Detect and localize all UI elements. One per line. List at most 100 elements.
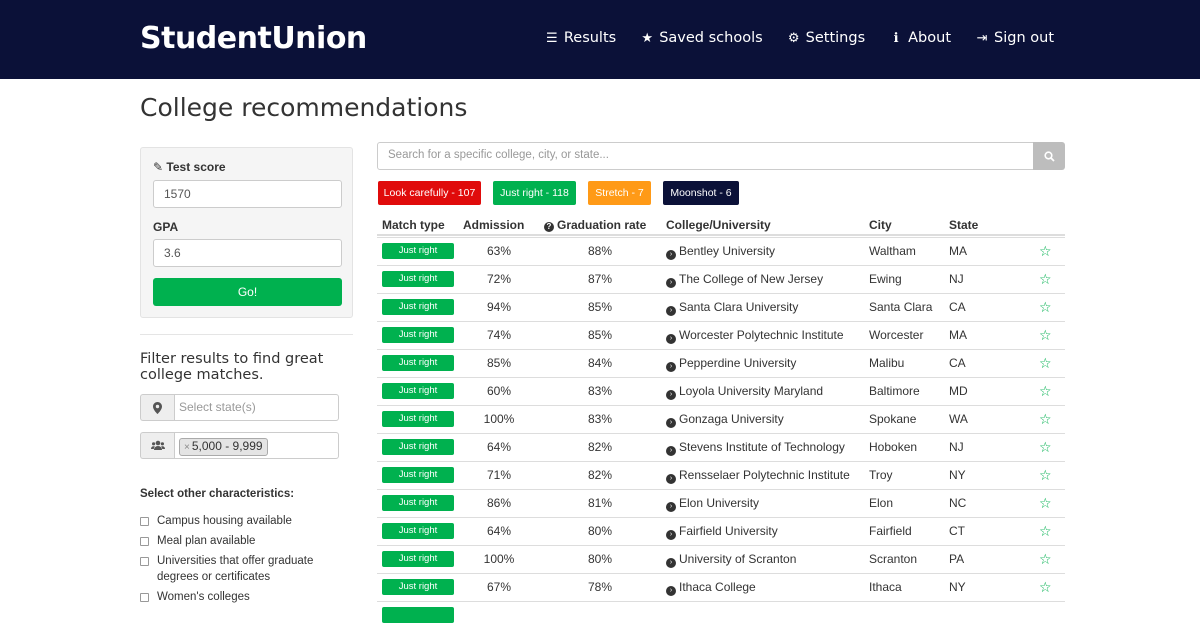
chevron-circle-right-icon: › — [666, 558, 676, 568]
col-state[interactable]: State — [949, 218, 978, 232]
college-name: Worcester Polytechnic Institute — [679, 328, 844, 342]
college-link[interactable]: › Bentley University — [666, 244, 775, 260]
city-value: Spokane — [869, 412, 917, 426]
test-score-input[interactable]: 1570 — [153, 180, 342, 208]
college-link[interactable]: › Fairfield University — [666, 524, 778, 540]
chevron-circle-right-icon: › — [666, 334, 676, 344]
characteristic-option[interactable]: Meal plan available — [140, 533, 340, 549]
match-badge: Just right — [382, 327, 454, 343]
college-link[interactable]: › University of Scranton — [666, 552, 796, 568]
save-star-icon[interactable]: ☆ — [1039, 411, 1052, 428]
size-select-input[interactable]: × 5,000 - 9,999 — [174, 432, 339, 459]
match-filter-button[interactable]: Look carefully - 107 — [378, 181, 481, 205]
admission-value: 64% — [486, 524, 512, 538]
college-link[interactable]: › Rensselaer Polytechnic Institute — [666, 468, 850, 484]
nav-settings[interactable]: ⚙ Settings — [787, 30, 865, 46]
match-filter-button[interactable]: Just right - 118 — [493, 181, 576, 205]
city-value: Ewing — [869, 272, 902, 286]
admission-value: 100% — [483, 552, 515, 566]
characteristic-option[interactable]: Women's colleges — [140, 589, 340, 605]
college-name: Fairfield University — [679, 524, 778, 538]
col-college[interactable]: College/University — [666, 218, 771, 232]
table-row: Just right 63% 88% › Bentley University Walth… — [377, 237, 1065, 265]
save-star-icon[interactable]: ☆ — [1039, 271, 1052, 288]
match-badge: Just right — [382, 383, 454, 399]
state-select-input[interactable]: Select state(s) — [174, 394, 339, 421]
characteristics-title: Select other characteristics: — [140, 488, 295, 500]
nav-sign-out[interactable]: ⇥ Sign out — [975, 30, 1054, 46]
college-name: Loyola University Maryland — [679, 384, 824, 398]
college-link[interactable]: › Loyola University Maryland — [666, 384, 823, 400]
college-link[interactable]: › Gonzaga University — [666, 412, 784, 428]
save-star-icon[interactable]: ☆ — [1039, 467, 1052, 484]
gpa-input[interactable]: 3.6 — [153, 239, 342, 267]
chevron-circle-right-icon: › — [666, 474, 676, 484]
checkbox[interactable] — [140, 557, 149, 566]
college-search-input[interactable]: Search for a specific college, city, or … — [377, 142, 1034, 170]
characteristic-option[interactable]: Campus housing available — [140, 513, 340, 529]
college-link[interactable]: › Stevens Institute of Technology — [666, 440, 845, 456]
match-filter-button[interactable]: Stretch - 7 — [588, 181, 651, 205]
graduation-value: 85% — [587, 328, 613, 342]
col-graduation-rate[interactable]: ? Graduation rate — [544, 218, 646, 232]
col-city[interactable]: City — [869, 218, 892, 232]
main-nav: ☰ Results ★ Saved schools ⚙ Settings ℹ About ⇥ Si… — [545, 30, 1054, 46]
college-name: The College of New Jersey — [679, 272, 824, 286]
save-star-icon[interactable]: ☆ — [1039, 243, 1052, 260]
college-link[interactable]: › Worcester Polytechnic Institute — [666, 328, 844, 344]
match-badge: Just right — [382, 271, 454, 287]
state-value: PA — [949, 552, 965, 566]
match-badge: Just right — [382, 355, 454, 371]
college-link[interactable]: › Santa Clara University — [666, 300, 798, 316]
table-row: Just right 67% 78% › Ithaca College Ithaca NY ☆ — [377, 573, 1065, 601]
list-icon: ☰ — [546, 30, 558, 46]
city-value: Hoboken — [869, 440, 918, 454]
search-button[interactable] — [1033, 142, 1065, 170]
match-filter-button[interactable]: Moonshot - 6 — [663, 181, 739, 205]
characteristic-option[interactable]: Universities that offer graduate degrees… — [140, 553, 340, 585]
nav-saved-schools[interactable]: ★ Saved schools — [640, 30, 762, 46]
save-star-icon[interactable]: ☆ — [1039, 579, 1052, 596]
college-link[interactable]: › Pepperdine University — [666, 356, 796, 372]
nav-about[interactable]: ℹ About — [889, 30, 951, 46]
state-value: NJ — [949, 440, 964, 454]
checkbox[interactable] — [140, 517, 149, 526]
checkbox[interactable] — [140, 593, 149, 602]
brand-logo[interactable]: StudentUnion — [140, 21, 367, 56]
save-star-icon[interactable]: ☆ — [1039, 495, 1052, 512]
admission-value: 72% — [486, 272, 512, 286]
college-name: Elon University — [679, 496, 760, 510]
save-star-icon[interactable]: ☆ — [1039, 299, 1052, 316]
go-button[interactable]: Go! — [153, 278, 342, 306]
chevron-circle-right-icon: › — [666, 502, 676, 512]
college-name: Ithaca College — [679, 580, 756, 594]
save-star-icon[interactable]: ☆ — [1039, 439, 1052, 456]
save-star-icon[interactable]: ☆ — [1039, 551, 1052, 568]
score-form: ✎ Test score 1570 GPA 3.6 Go! — [140, 147, 353, 318]
college-link[interactable]: › Ithaca College — [666, 580, 756, 596]
city-value: Elon — [869, 496, 894, 510]
college-link[interactable]: › Elon University — [666, 496, 759, 512]
save-star-icon[interactable]: ☆ — [1039, 383, 1052, 400]
state-value: MD — [949, 384, 968, 398]
chevron-circle-right-icon: › — [666, 278, 676, 288]
college-name: Santa Clara University — [679, 300, 799, 314]
college-link[interactable]: › The College of New Jersey — [666, 272, 823, 288]
save-star-icon[interactable]: ☆ — [1039, 355, 1052, 372]
graduation-value: 80% — [587, 552, 613, 566]
graduation-value: 80% — [587, 524, 613, 538]
characteristic-label: Campus housing available — [157, 515, 292, 527]
checkbox[interactable] — [140, 537, 149, 546]
nav-results[interactable]: ☰ Results — [545, 30, 616, 46]
chevron-circle-right-icon: › — [666, 418, 676, 428]
nav-label: Saved schools — [659, 30, 763, 46]
table-row: Just right 64% 82% › Stevens Institute of Te… — [377, 433, 1065, 461]
save-star-icon[interactable]: ☆ — [1039, 327, 1052, 344]
users-icon — [140, 432, 174, 459]
save-star-icon[interactable]: ☆ — [1039, 523, 1052, 540]
city-value: Scranton — [869, 552, 918, 566]
col-match-type[interactable]: Match type — [382, 218, 445, 232]
gear-icon: ⚙ — [787, 30, 800, 46]
remove-tag-icon[interactable]: × — [184, 442, 190, 453]
col-admission[interactable]: Admission — [463, 218, 524, 232]
